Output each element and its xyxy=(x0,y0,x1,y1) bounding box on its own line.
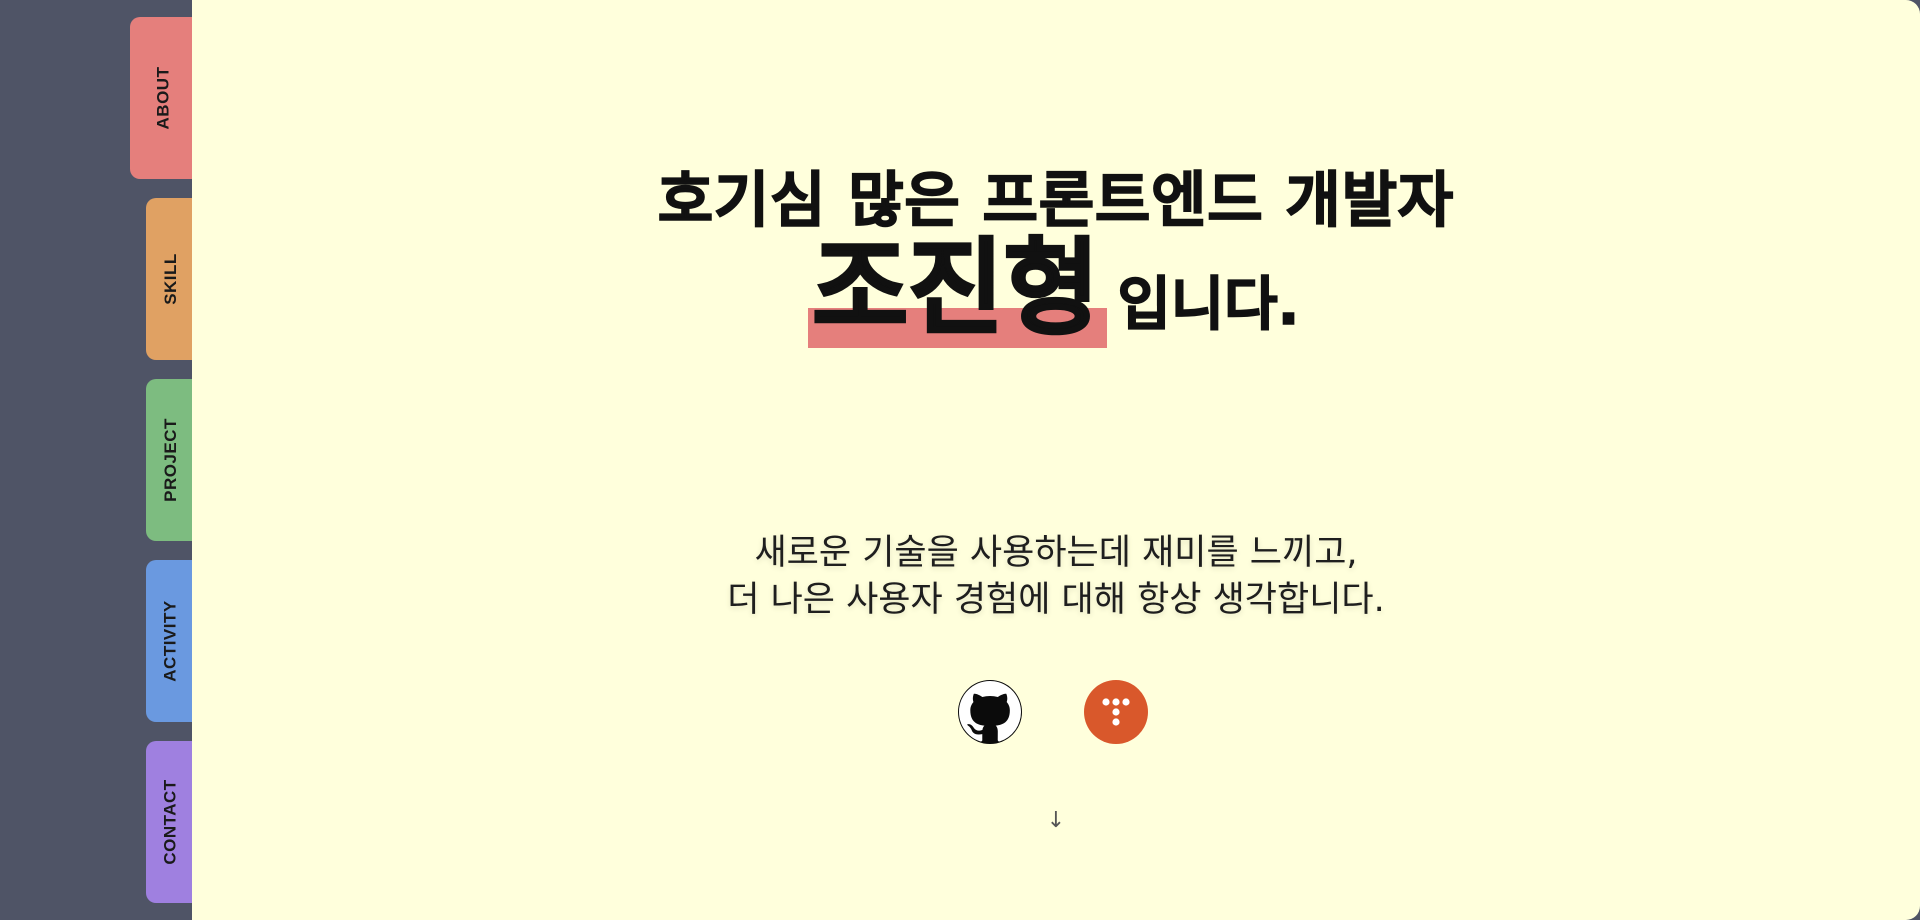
tab-about-label: ABOUT xyxy=(152,66,172,130)
tab-project-label: PROJECT xyxy=(161,418,181,502)
tab-contact-label: CONTACT xyxy=(161,779,180,865)
tab-activity-label: ACTIVITY xyxy=(161,600,181,682)
tab-activity[interactable]: ACTIVITY xyxy=(146,560,196,722)
hero-name-line: 조진형 입니다. xyxy=(192,235,1920,348)
hero-name-wrap: 조진형 xyxy=(808,235,1108,348)
hero-description-line-2: 더 나은 사용자 경험에 대해 항상 생각합니다. xyxy=(727,580,1385,620)
tistory-link[interactable] xyxy=(1084,680,1148,744)
tab-contact[interactable]: CONTACT xyxy=(146,741,196,903)
main-panel: 호기심 많은 프론트엔드 개발자 조진형 입니다. 새로운 기술을 사용하는데 … xyxy=(192,0,1920,920)
hero-description-line-1: 새로운 기술을 사용하는데 재미를 느끼고, xyxy=(754,533,1358,573)
tab-skill-label: SKILL xyxy=(161,253,181,305)
github-icon xyxy=(959,681,1021,742)
hero-headline: 호기심 많은 프론트엔드 개발자 xyxy=(657,165,1455,237)
tab-project[interactable]: PROJECT xyxy=(146,379,196,541)
hero-description: 새로운 기술을 사용하는데 재미를 느끼고, 더 나은 사용자 경험에 대해 항… xyxy=(192,530,1920,624)
page-frame: ABOUT SKILL PROJECT ACTIVITY CONTACT 호기심… xyxy=(0,0,1920,920)
tistory-icon xyxy=(1102,698,1130,726)
scroll-down-arrow[interactable]: ↓ xyxy=(192,808,1920,833)
tab-skill[interactable]: SKILL xyxy=(146,198,196,360)
hero-name-suffix: 입니다. xyxy=(1117,269,1301,339)
github-link[interactable] xyxy=(958,680,1022,744)
hero-name: 조진형 xyxy=(811,227,1101,349)
tab-about[interactable]: ABOUT xyxy=(130,17,196,179)
